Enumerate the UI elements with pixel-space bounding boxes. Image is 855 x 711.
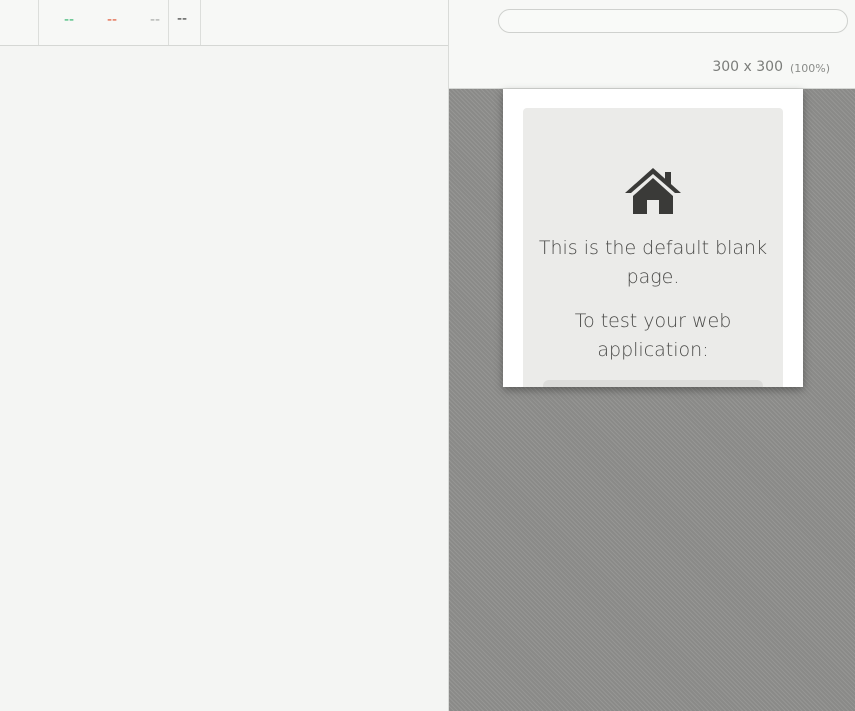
failed-count: -- bbox=[107, 12, 118, 28]
toolbar-divider bbox=[38, 0, 39, 45]
url-input[interactable] bbox=[498, 9, 848, 33]
blank-page-instructions: To test your web application: bbox=[574, 310, 732, 361]
viewport-scale: (100%) bbox=[789, 62, 830, 75]
blank-page-command-box bbox=[543, 380, 763, 387]
passed-count: -- bbox=[64, 12, 75, 28]
toolbar-divider bbox=[168, 0, 169, 45]
aut-header: 300 x 300 (100%) bbox=[449, 0, 855, 89]
aut-iframe[interactable]: This is the default blank page. To test … bbox=[503, 89, 803, 387]
reporter-toolbar: -- -- -- -- bbox=[0, 0, 448, 46]
test-runner-app: -- -- -- -- 300 x 300 (100%) This is the… bbox=[0, 0, 855, 711]
aut-background: This is the default blank page. To test … bbox=[449, 89, 855, 711]
toolbar-divider bbox=[200, 0, 201, 45]
home-icon bbox=[625, 168, 681, 214]
aut-pane: 300 x 300 (100%) This is the default bla… bbox=[449, 0, 855, 711]
blank-page-message: This is the default blank page. bbox=[538, 237, 768, 288]
pending-count: -- bbox=[150, 12, 161, 28]
viewport-size: 300 x 300 bbox=[712, 59, 783, 75]
reporter-pane: -- -- -- -- bbox=[0, 0, 449, 711]
blank-page-card: This is the default blank page. To test … bbox=[523, 108, 783, 387]
duration-value: -- bbox=[177, 11, 188, 27]
